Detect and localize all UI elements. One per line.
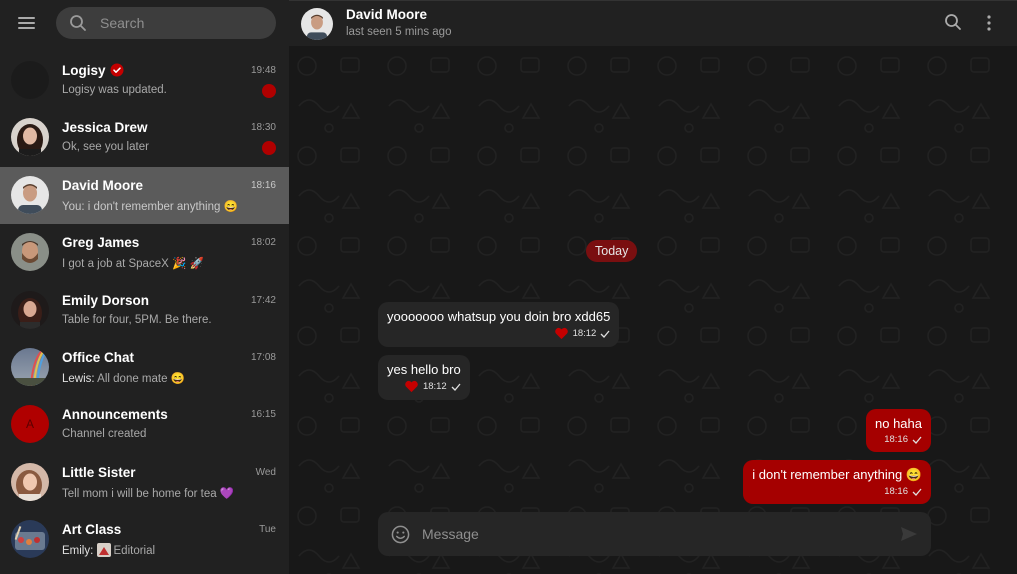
- chat-item-greg-james[interactable]: Greg James I got a job at SpaceX 🎉 🚀 18:…: [0, 224, 289, 281]
- chat-name: Emily Dorson: [62, 292, 150, 308]
- message-incoming[interactable]: yooooooo whatsup you doin bro xdd65 18:1…: [378, 302, 620, 347]
- message-meta: 18:12: [387, 380, 461, 393]
- preview-text: All done mate 😄: [97, 372, 186, 385]
- message-text: yooooooo whatsup you doin bro xdd65: [387, 309, 611, 324]
- message-composer: [378, 512, 931, 556]
- chat-name: Announcements: [62, 407, 168, 423]
- message-text: yes hello bro: [387, 362, 461, 377]
- heart-icon[interactable]: [404, 380, 419, 393]
- chat-preview: Tell mom i will be home for tea 💜: [62, 487, 235, 500]
- chat-item-office-chat[interactable]: Office Chat Lewis: All done mate 😄 17:08: [0, 339, 289, 396]
- message-time: 18:16: [884, 486, 908, 497]
- chat-name: Greg James: [62, 235, 140, 251]
- chat-preview: Channel created: [62, 428, 147, 441]
- check-icon: [600, 330, 610, 338]
- chat-item-logisy[interactable]: Logisy Logisy was updated. 19:48 1: [0, 52, 289, 109]
- menu-icon[interactable]: [14, 11, 40, 35]
- message-time: 18:12: [572, 328, 597, 339]
- chat-preview: Ok, see you later: [62, 141, 149, 154]
- avatar: [11, 175, 49, 214]
- chat-item-david-moore[interactable]: David Moore You: i don't remember anythi…: [0, 166, 289, 225]
- avatar: [11, 61, 49, 99]
- chat-name: Logisy: [62, 63, 106, 78]
- unread-badge: 1: [262, 84, 276, 98]
- search-icon: [70, 15, 86, 31]
- avatar: [11, 462, 49, 501]
- avatar: [11, 118, 49, 157]
- chat-preview: I got a job at SpaceX 🎉 🚀: [62, 258, 204, 271]
- verified-icon: [110, 63, 124, 77]
- chat-time: Tue: [259, 524, 276, 536]
- contact-status: last seen 5 mins ago: [346, 26, 452, 38]
- contact-avatar[interactable]: [301, 8, 333, 40]
- preview-text: Editorial: [113, 545, 156, 558]
- conversation-header: David Moore last seen 5 mins ago: [289, 0, 1017, 46]
- search-box: [56, 7, 276, 39]
- avatar: [11, 233, 49, 272]
- message-meta: 18:12: [387, 327, 610, 340]
- avatar-letter: A: [25, 417, 34, 432]
- contact-name[interactable]: David Moore: [346, 7, 427, 22]
- check-icon: [912, 488, 922, 496]
- chat-preview: You: i don't remember anything 😄: [62, 200, 238, 213]
- chat-preview: Table for four, 5PM. Be there.: [62, 313, 212, 326]
- conversation-pane: David Moore last seen 5 mins ago Today y…: [289, 0, 1017, 574]
- chat-time: 18:30: [250, 122, 276, 134]
- chat-item-announcements[interactable]: A Announcements Channel created 16:15: [0, 396, 289, 453]
- avatar: [11, 290, 49, 329]
- avatar: [11, 520, 49, 559]
- message-meta: 18:16: [752, 486, 922, 497]
- send-icon[interactable]: [900, 525, 918, 543]
- chat-preview: Emily: Editorial: [62, 543, 156, 558]
- chat-time: 18:02: [250, 237, 276, 249]
- date-separator: Today: [586, 240, 638, 262]
- chat-time: 16:15: [250, 409, 276, 421]
- chat-time: 17:42: [250, 294, 276, 306]
- chat-item-little-sister[interactable]: Little Sister Tell mom i will be home fo…: [0, 454, 289, 511]
- check-icon: [912, 436, 922, 444]
- message-time: 18:12: [422, 381, 447, 392]
- chat-name: Jessica Drew: [62, 120, 148, 136]
- message-outgoing[interactable]: no haha 18:16: [866, 409, 931, 452]
- search-icon[interactable]: [944, 13, 962, 31]
- chat-item-art-class[interactable]: Art Class Emily: Editorial Tue: [0, 511, 289, 568]
- search-input[interactable]: [100, 7, 265, 39]
- chat-name-row: Logisy: [62, 63, 124, 78]
- chat-name: Office Chat: [62, 349, 135, 365]
- avatar: [11, 347, 49, 386]
- chat-name: David Moore: [62, 177, 144, 193]
- message-text: no haha: [875, 416, 922, 431]
- image-thumbnail-icon: [96, 543, 111, 558]
- chat-sidebar: Logisy Logisy was updated. 19:48 1 Jessi…: [0, 0, 289, 574]
- chat-time: Wed: [255, 466, 276, 478]
- avatar: A: [11, 405, 49, 444]
- message-outgoing[interactable]: i don't remember anything 😄 18:16: [743, 460, 931, 504]
- chat-time: 19:48: [250, 65, 276, 76]
- chat-item-jessica-drew[interactable]: Jessica Drew Ok, see you later 18:30 2: [0, 109, 289, 166]
- message-meta: 18:16: [875, 434, 922, 445]
- preview-sender: Lewis: [62, 372, 92, 385]
- chat-list: Logisy Logisy was updated. 19:48 1 Jessi…: [0, 52, 289, 569]
- kebab-menu-icon[interactable]: [985, 13, 993, 33]
- chat-preview: Logisy was updated.: [62, 84, 167, 96]
- sidebar-header: [0, 0, 289, 46]
- preview-sender: Emily: [62, 545, 91, 558]
- message-input[interactable]: [422, 512, 882, 556]
- message-time: 18:16: [884, 434, 908, 445]
- chat-name: Art Class: [62, 522, 122, 538]
- message-incoming[interactable]: yes hello bro 18:12: [378, 355, 470, 400]
- check-icon: [451, 383, 461, 391]
- chat-time: 18:16: [250, 179, 276, 191]
- heart-icon[interactable]: [554, 327, 569, 340]
- chat-time: 17:08: [250, 351, 276, 363]
- message-text: i don't remember anything 😄: [752, 467, 922, 482]
- emoji-icon[interactable]: [391, 525, 410, 544]
- chat-preview: Lewis: All done mate 😄: [62, 371, 185, 385]
- unread-badge: 2: [262, 141, 276, 156]
- chat-item-emily-dorson[interactable]: Emily Dorson Table for four, 5PM. Be the…: [0, 282, 289, 339]
- chat-name: Little Sister: [62, 464, 136, 480]
